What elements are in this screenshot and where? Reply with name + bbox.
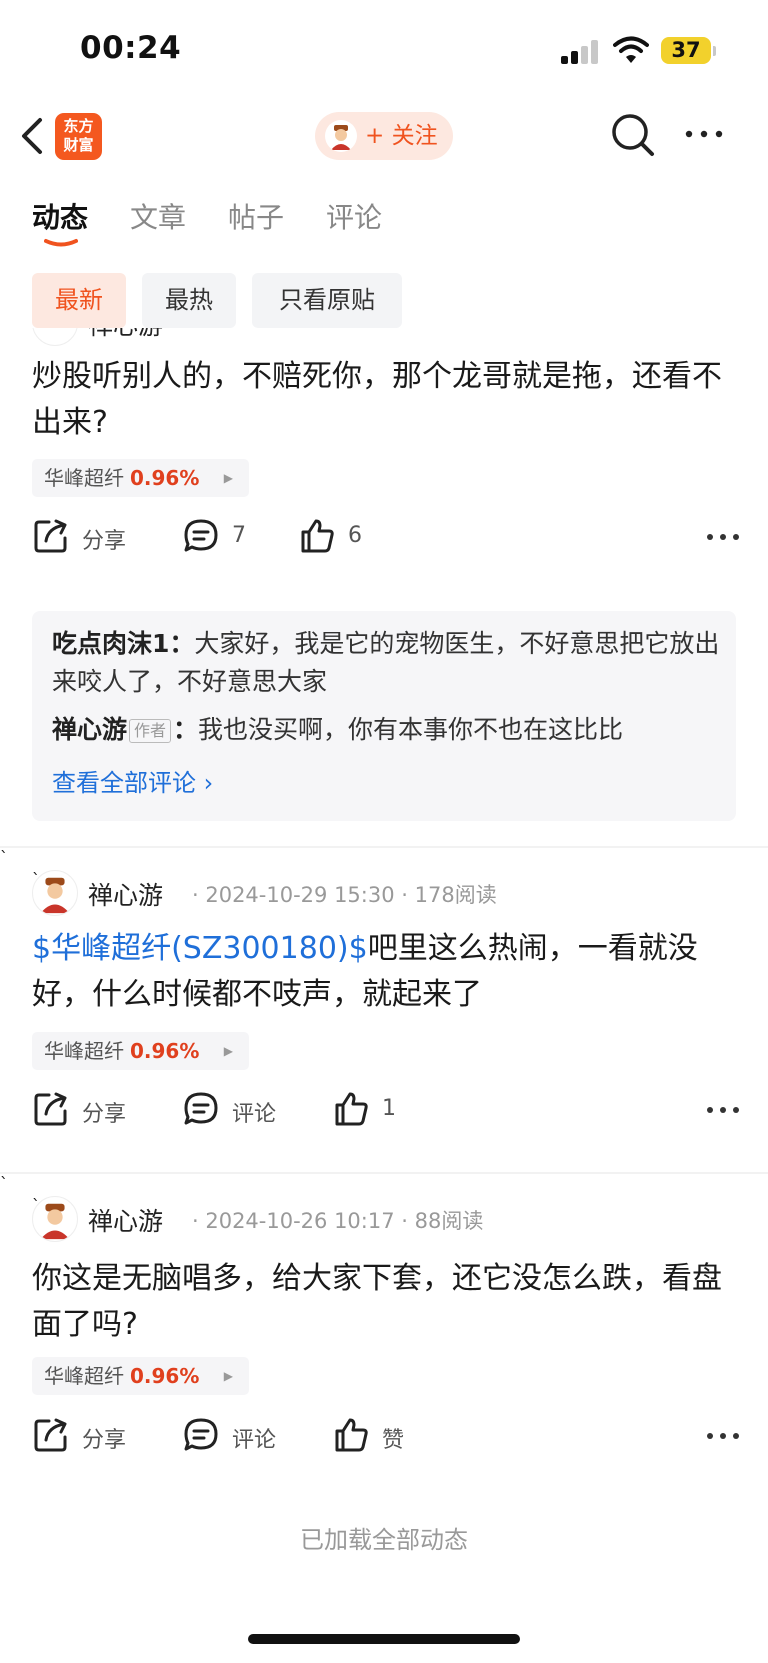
stock-tag[interactable]: 华峰超纤 0.96% ▶ <box>32 1357 249 1395</box>
status-time: 00:24 <box>80 30 182 66</box>
filter-latest[interactable]: 最新 <box>32 273 126 328</box>
thumbs-up-icon <box>335 1418 368 1452</box>
more-icon[interactable] <box>706 1098 740 1122</box>
nav-bar: 东方 财富 + 关注 <box>0 100 768 172</box>
feed: 禅心游 炒股听别人的，不赔死你，那个龙哥就是拖，还看不出来? 华峰超纤0.96%… <box>0 328 768 1578</box>
post-card: ` ` 禅心游 · 2024-10-29 15:30 · 178阅读 $华峰超纤(… <box>0 848 768 1153</box>
comment-button[interactable]: 评论 <box>182 1416 292 1456</box>
comment-button[interactable]: 评论 <box>182 1090 292 1130</box>
search-icon[interactable] <box>610 112 656 158</box>
battery-tip <box>713 46 716 56</box>
post-actions: 分享 7 6 <box>32 517 740 557</box>
stock-mention-link[interactable]: $华峰超纤(SZ300180)$ <box>32 931 368 966</box>
follow-button[interactable]: + 关注 <box>315 112 453 160</box>
like-button[interactable]: 赞 <box>332 1416 412 1456</box>
more-icon[interactable] <box>706 525 740 549</box>
post-header: ` 禅心游 · 2024-10-29 15:30 · 178阅读 <box>32 870 497 916</box>
share-icon <box>34 1092 67 1126</box>
comment-icon <box>184 519 218 552</box>
share-label: 分享 <box>82 1428 127 1453</box>
post-card: ` ` 禅心游 · 2024-10-26 10:17 · 88阅读 你这是无脑唱多… <box>0 1174 768 1484</box>
post-actions: 分享 评论 赞 <box>32 1416 740 1456</box>
comment-icon <box>184 1418 218 1451</box>
share-icon <box>34 519 67 553</box>
share-button[interactable]: 分享 <box>32 1416 132 1456</box>
more-options-icon[interactable] <box>684 124 724 144</box>
like-label: 赞 <box>382 1428 405 1453</box>
stock-tag[interactable]: 华峰超纤 0.96% ▶ <box>32 459 249 497</box>
post-actions: 分享 评论 1 <box>32 1090 740 1130</box>
logo-line-2: 财富 <box>63 136 94 154</box>
active-tab-indicator <box>44 239 78 247</box>
share-label: 分享 <box>82 1102 127 1127</box>
filter-hottest[interactable]: 最热 <box>142 273 236 328</box>
thumbs-up-icon <box>335 1092 368 1126</box>
share-icon <box>34 1418 67 1452</box>
play-arrow-icon: ▶ <box>223 471 233 485</box>
battery-indicator: 37 <box>661 37 711 64</box>
tab-comments[interactable]: 评论 <box>326 196 382 236</box>
share-label: 分享 <box>82 529 127 554</box>
like-count: 1 <box>382 1096 396 1121</box>
tab-dynamic[interactable]: 动态 <box>32 196 88 236</box>
share-button[interactable]: 分享 <box>32 1090 132 1130</box>
comment-author[interactable]: 吃点肉沫1 <box>52 629 169 658</box>
tab-articles[interactable]: 文章 <box>130 196 186 236</box>
like-button[interactable]: 6 <box>298 517 378 557</box>
like-button[interactable]: 1 <box>332 1090 412 1130</box>
follow-label: + 关注 <box>365 123 438 149</box>
status-bar: 00:24 37 <box>0 0 768 100</box>
post-header: ` 禅心游 · 2024-10-26 10:17 · 88阅读 <box>32 1196 483 1242</box>
comment-item[interactable]: 禅心游 作者 ：我也没买啊，你有本事你不也在这比比 <box>52 711 722 749</box>
comment-item[interactable]: 吃点肉沫1：大家好，我是它的宠物医生，不好意思把它放出来咬人了，不好意思大家 <box>52 625 722 701</box>
play-arrow-icon: ▶ <box>223 1044 233 1058</box>
author-name[interactable]: 禅心游 <box>88 328 163 342</box>
user-avatar-icon <box>325 120 357 152</box>
comment-button[interactable]: 7 <box>182 517 262 557</box>
stock-change: 0.96% <box>130 1364 200 1388</box>
post-meta: · 2024-10-29 15:30 · 178阅读 <box>192 883 497 907</box>
avatar[interactable] <box>32 328 78 346</box>
comment-icon <box>184 1092 218 1125</box>
app-logo: 东方 财富 <box>55 113 102 160</box>
post-content[interactable]: $华峰超纤(SZ300180)$吧里这么热闹，一看就没好，什么时候都不吱声，就起… <box>32 926 740 1018</box>
view-all-comments-link[interactable]: 查看全部评论 › <box>52 763 213 798</box>
home-indicator[interactable] <box>248 1634 520 1644</box>
post-card: 禅心游 炒股听别人的，不赔死你，那个龙哥就是拖，还看不出来? 华峰超纤0.96%… <box>0 328 768 848</box>
wifi-icon <box>613 36 649 63</box>
comment-count: 7 <box>232 523 246 548</box>
more-icon[interactable] <box>706 1424 740 1448</box>
cellular-signal-icon <box>561 40 601 64</box>
comment-label: 评论 <box>232 1428 277 1453</box>
back-arrow-icon[interactable] <box>18 114 48 158</box>
avatar[interactable] <box>32 1196 78 1242</box>
stock-name: 华峰超纤 <box>44 1364 124 1388</box>
comments-preview: 吃点肉沫1：大家好，我是它的宠物医生，不好意思把它放出来咬人了，不好意思大家 禅… <box>32 611 736 821</box>
stock-tag[interactable]: 华峰超纤 0.96% ▶ <box>32 1032 249 1070</box>
filter-original-only[interactable]: 只看原贴 <box>252 273 402 328</box>
avatar[interactable] <box>32 870 78 916</box>
comment-author[interactable]: 禅心游 <box>52 715 127 744</box>
share-button[interactable]: 分享 <box>32 517 132 557</box>
post-content[interactable]: 你这是无脑唱多，给大家下套，还它没怎么跌，看盘面了吗? <box>32 1256 740 1348</box>
author-name[interactable]: 禅心游 <box>88 1202 163 1238</box>
stock-name: 华峰超纤 <box>44 1039 124 1063</box>
stock-change: 0.96% <box>130 1039 200 1063</box>
all-loaded-notice: 已加载全部动态 <box>300 1526 468 1554</box>
author-badge: 作者 <box>129 719 172 743</box>
stock-name: 华峰超纤 <box>44 466 124 490</box>
logo-line-1: 东方 <box>63 117 94 135</box>
tab-posts[interactable]: 帖子 <box>228 196 284 236</box>
comment-text: 我也没买啊，你有本事你不也在这比比 <box>198 715 624 744</box>
play-arrow-icon: ▶ <box>223 1369 233 1383</box>
post-content[interactable]: 炒股听别人的，不赔死你，那个龙哥就是拖，还看不出来? <box>32 354 740 446</box>
stock-change: 0.96% <box>130 466 200 490</box>
author-name[interactable]: 禅心游 <box>88 876 163 912</box>
post-meta: · 2024-10-26 10:17 · 88阅读 <box>192 1209 484 1233</box>
like-count: 6 <box>348 523 362 548</box>
comment-label: 评论 <box>232 1102 277 1127</box>
thumbs-up-icon <box>301 519 334 553</box>
